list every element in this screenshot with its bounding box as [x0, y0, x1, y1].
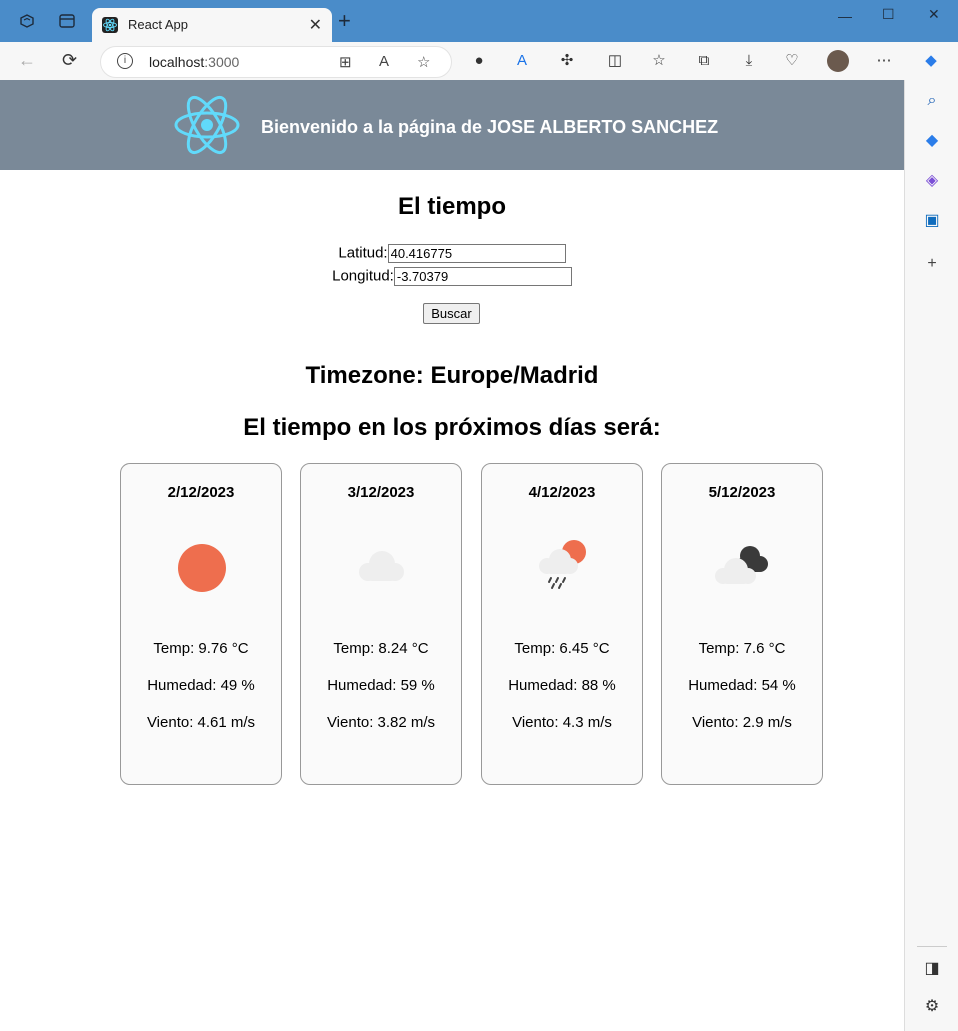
- browser-tab[interactable]: React App ✕: [92, 8, 332, 42]
- forecast-date: 3/12/2023: [347, 484, 415, 501]
- longitude-row: Longitud:: [0, 267, 904, 286]
- forecast-temp: Temp: 8.24 °C: [333, 640, 429, 657]
- extension-circle-icon[interactable]: ●: [470, 52, 488, 70]
- forecast-humidity: Humedad: 88 %: [508, 677, 616, 694]
- translate-icon[interactable]: A: [513, 52, 531, 70]
- settings-gear-icon[interactable]: ⚙: [923, 998, 941, 1016]
- split-screen-icon[interactable]: ◫: [606, 52, 624, 70]
- sun-icon: [171, 534, 231, 594]
- forecast-wind: Viento: 3.82 m/s: [326, 714, 436, 731]
- longitude-label: Longitud:: [332, 267, 394, 285]
- office-icon[interactable]: ◈: [923, 172, 941, 190]
- outlook-icon[interactable]: ▣: [923, 212, 941, 230]
- sidebar-divider: [917, 946, 947, 947]
- forecast-humidity: Humedad: 54 %: [688, 677, 796, 694]
- hide-sidebar-icon[interactable]: ◨: [923, 960, 941, 978]
- more-menu-icon[interactable]: ⋯: [875, 52, 893, 70]
- longitude-input[interactable]: [393, 267, 572, 286]
- app-header: Bienvenido a la página de JOSE ALBERTO S…: [0, 80, 904, 170]
- workspaces-icon[interactable]: [18, 12, 36, 30]
- forecast-date: 2/12/2023: [167, 484, 235, 501]
- minimize-icon[interactable]: —: [838, 8, 852, 24]
- forecast-humidity: Humedad: 59 %: [327, 677, 435, 694]
- forecast-date: 5/12/2023: [708, 484, 776, 501]
- forecast-wind: Viento: 2.9 m/s: [692, 714, 792, 731]
- forecast-card: 3/12/2023 Temp: 8.24 °C Humedad: 59 % Vi…: [300, 463, 462, 785]
- add-sidebar-app-icon[interactable]: +: [923, 255, 941, 273]
- react-favicon-icon: [102, 17, 118, 33]
- app-available-icon[interactable]: ⊞: [339, 53, 352, 71]
- new-tab-icon[interactable]: +: [338, 10, 351, 32]
- forecast-card: 4/12/2023 Temp: 6.45 °C Humedad: 88 % Vi…: [481, 463, 643, 785]
- extensions-puzzle-icon[interactable]: ✣: [558, 52, 576, 70]
- search-icon[interactable]: ⌕: [923, 92, 941, 110]
- search-button[interactable]: Buscar: [423, 303, 480, 324]
- favorites-icon[interactable]: ☆: [650, 52, 668, 70]
- react-logo-icon: [172, 90, 242, 160]
- forecast-card: 5/12/2023 Temp: 7.6 °C Humedad: 54 % Vie…: [661, 463, 823, 785]
- page-content: Bienvenido a la página de JOSE ALBERTO S…: [0, 80, 904, 1031]
- url-text: localhost:3000: [149, 54, 240, 70]
- read-aloud-icon[interactable]: A: [379, 53, 389, 70]
- refresh-icon[interactable]: ⟳: [62, 50, 77, 71]
- latitude-label: Latitud:: [338, 244, 388, 262]
- forecast-wind: Viento: 4.61 m/s: [146, 714, 256, 731]
- forecast-temp: Temp: 9.76 °C: [153, 640, 249, 657]
- tab-actions-icon[interactable]: [58, 12, 76, 30]
- forecast-temp: Temp: 7.6 °C: [698, 640, 786, 657]
- window-close-icon[interactable]: ✕: [928, 6, 940, 23]
- shopping-tag-icon[interactable]: ◆: [923, 132, 941, 150]
- rain-sun-icon: [532, 534, 592, 594]
- tab-close-icon[interactable]: ✕: [309, 15, 322, 35]
- weather-title: El tiempo: [397, 193, 506, 220]
- browser-titlebar: React App ✕ + — ☐ ✕: [0, 0, 958, 42]
- forecast-wind: Viento: 4.3 m/s: [512, 714, 612, 731]
- tab-title: React App: [128, 17, 188, 32]
- copilot-icon[interactable]: ◆: [922, 52, 940, 70]
- edge-sidebar: ⌕ ◆ ◈ ▣ + ◨ ⚙: [904, 80, 958, 1031]
- profile-avatar[interactable]: [827, 50, 849, 72]
- browser-essentials-icon[interactable]: ♡: [783, 52, 801, 70]
- welcome-heading: Bienvenido a la página de JOSE ALBERTO S…: [261, 117, 719, 137]
- collections-icon[interactable]: ⧉: [695, 52, 713, 70]
- latitude-row: Latitud:: [0, 244, 904, 263]
- back-icon[interactable]: ←: [18, 50, 36, 71]
- forecast-heading: El tiempo en los próximos días será:: [243, 414, 661, 441]
- cloud-icon: [351, 534, 411, 594]
- favorite-star-icon[interactable]: ☆: [417, 53, 430, 71]
- browser-toolbar: ← ⟳ i localhost:3000 ⊞ A ☆ ● A ✣ ◫ ☆ ⧉ ⤓…: [0, 42, 958, 81]
- timezone-heading: Timezone: Europe/Madrid: [305, 362, 599, 389]
- forecast-humidity: Humedad: 49 %: [147, 677, 255, 694]
- forecast-date: 4/12/2023: [528, 484, 596, 501]
- site-info-icon[interactable]: i: [117, 53, 133, 69]
- latitude-input[interactable]: [387, 244, 566, 263]
- address-bar[interactable]: i localhost:3000 ⊞ A ☆: [100, 46, 452, 78]
- dark-clouds-icon: [712, 534, 772, 594]
- downloads-icon[interactable]: ⤓: [740, 52, 758, 70]
- forecast-temp: Temp: 6.45 °C: [514, 640, 610, 657]
- maximize-icon[interactable]: ☐: [882, 6, 895, 23]
- forecast-card: 2/12/2023 Temp: 9.76 °C Humedad: 49 % Vi…: [120, 463, 282, 785]
